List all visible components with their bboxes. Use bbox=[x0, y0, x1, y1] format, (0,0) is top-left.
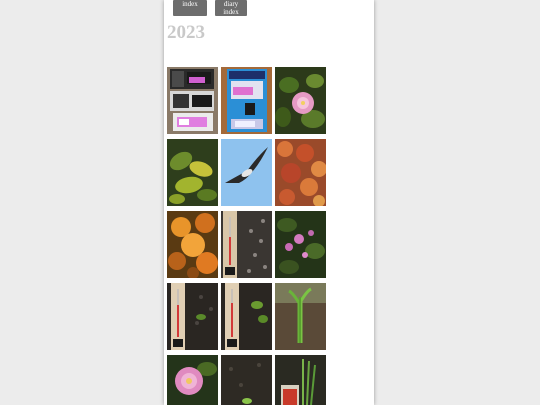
thumb-green-sprouts[interactable] bbox=[275, 283, 326, 350]
thumb-pink-flowers-shrub[interactable] bbox=[275, 211, 326, 278]
diary-page: index diary index 2023 bbox=[164, 0, 374, 405]
thumb-bird-in-sky[interactable] bbox=[221, 139, 272, 206]
index-link[interactable]: index bbox=[173, 0, 207, 16]
year-heading: 2023 bbox=[167, 22, 205, 43]
thumb-thermometer-soil-1[interactable] bbox=[167, 283, 218, 350]
thumb-thermometer-soil-2[interactable] bbox=[221, 283, 272, 350]
thumb-seedling-soil[interactable] bbox=[221, 355, 272, 405]
thumb-kioxia-microsd-package[interactable] bbox=[221, 67, 272, 134]
thumb-seed-packet[interactable] bbox=[275, 355, 326, 405]
thumb-pink-camellia[interactable] bbox=[275, 67, 326, 134]
diary-index-link[interactable]: diary index bbox=[215, 0, 247, 16]
thumb-thermometer-gravel[interactable] bbox=[221, 211, 272, 278]
thumb-autumn-leaves-red[interactable] bbox=[275, 139, 326, 206]
thumb-green-leaves[interactable] bbox=[167, 139, 218, 206]
thumb-pink-camellia-2[interactable] bbox=[167, 355, 218, 405]
thumb-autumn-leaves-orange[interactable] bbox=[167, 211, 218, 278]
nav-bar: index diary index bbox=[173, 0, 247, 16]
thumb-memory-card-packages[interactable] bbox=[167, 67, 218, 134]
photo-grid bbox=[167, 67, 326, 405]
